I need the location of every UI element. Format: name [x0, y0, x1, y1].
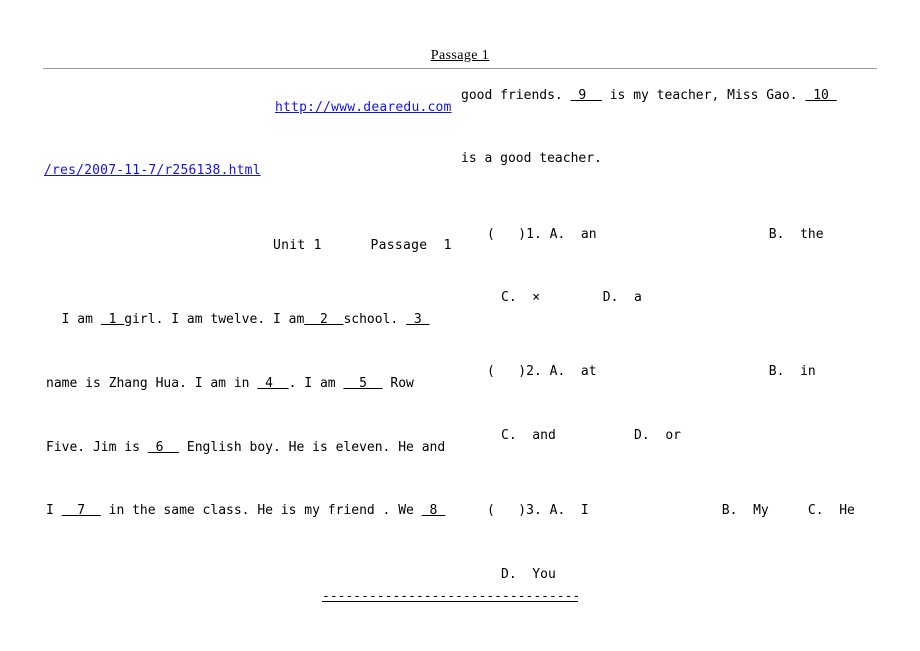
passage-text: school.	[343, 312, 407, 327]
passage-line-3: Five. Jim is 6 English boy. He is eleven…	[46, 441, 445, 454]
passage-text: . I am	[288, 376, 344, 391]
blank-8: 8	[421, 503, 446, 518]
passage-text: I	[46, 503, 62, 518]
blank-6: 6	[147, 440, 180, 455]
blank-3: 3	[406, 312, 430, 327]
passage-text: name is Zhang Hua. I am in	[46, 376, 258, 391]
question-1-row-b[interactable]: C. × D. a	[501, 291, 642, 304]
resource-path-link[interactable]: /res/2007-11-7/r256138.html	[44, 164, 261, 177]
blank-7: 7	[61, 503, 101, 518]
question-2-row-a[interactable]: ( )2. A. at B. in	[487, 365, 816, 378]
passage-line-2: name is Zhang Hua. I am in 4 . I am 5 Ro…	[46, 377, 414, 390]
passage-text: is my teacher, Miss Gao.	[601, 88, 806, 103]
unit-heading: Unit 1 Passage 1	[273, 238, 452, 253]
blank-10: 10	[805, 88, 837, 103]
passage-line-1: I am 1 girl. I am twelve. I am 2 school.…	[46, 313, 430, 326]
passage-text: girl. I am twelve. I am	[124, 312, 305, 327]
blank-9: 9	[570, 88, 602, 103]
blank-2: 2	[304, 312, 344, 327]
passage-text: I am	[46, 312, 101, 327]
passage-line-4: I 7 in the same class. He is my friend .…	[46, 504, 445, 517]
passage-text: Five. Jim is	[46, 440, 148, 455]
passage-text: English boy. He is eleven. He and	[179, 440, 446, 455]
page-header: Passage 1	[0, 44, 920, 64]
question-2-row-b[interactable]: C. and D. or	[501, 429, 681, 442]
passage-line-5: good friends. 9 is my teacher, Miss Gao.…	[461, 89, 837, 102]
passage-text: good friends.	[461, 88, 571, 103]
question-3-row-a[interactable]: ( )3. A. I B. My C. He	[487, 504, 855, 517]
blank-5: 5	[343, 376, 383, 391]
header-divider-rule	[43, 68, 877, 69]
question-1-row-a[interactable]: ( )1. A. an B. the	[487, 228, 824, 241]
dearedu-site-link[interactable]: http://www.dearedu.com	[275, 101, 452, 114]
footer-dashed-divider: ----------------------------------------…	[322, 589, 578, 604]
passage-text: Row	[382, 376, 414, 391]
passage-line-6: is a good teacher.	[461, 151, 602, 166]
page-title: Passage 1	[430, 48, 490, 63]
question-3-row-b[interactable]: D. You	[501, 568, 556, 581]
passage-text: in the same class. He is my friend . We	[100, 503, 422, 518]
blank-1: 1	[100, 312, 125, 327]
blank-4: 4	[257, 376, 289, 391]
